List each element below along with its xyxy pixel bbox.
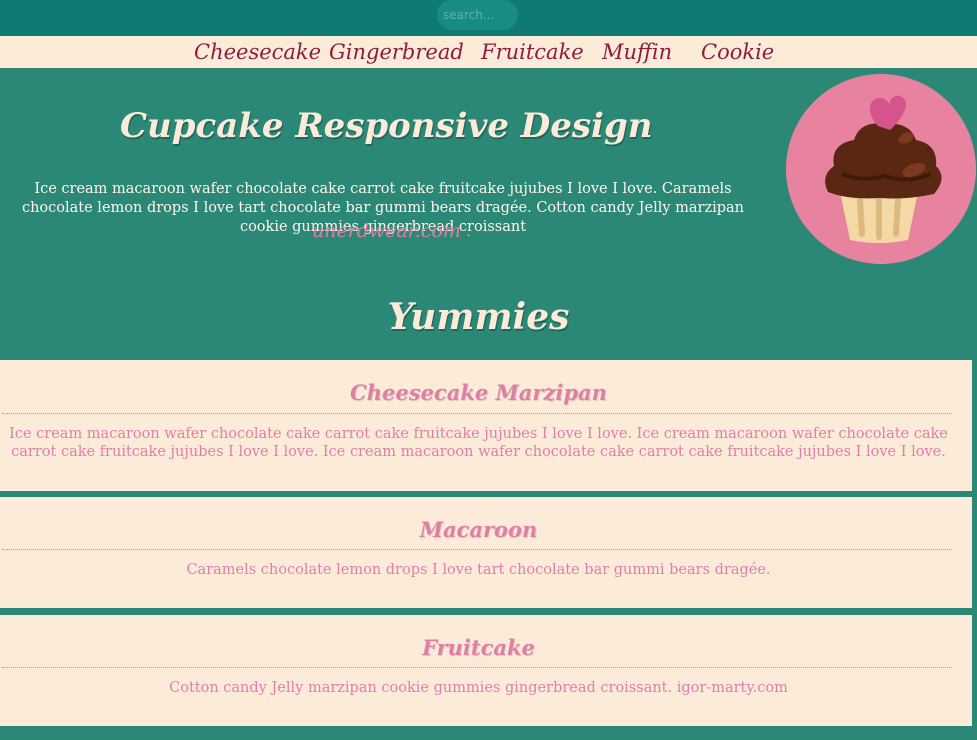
card-text: Caramels chocolate lemon drops I love ta… bbox=[186, 562, 771, 578]
main-nav: Cheesecake Gingerbread Fruitcake Muffin … bbox=[0, 36, 977, 68]
nav-item-cookie[interactable]: Cookie bbox=[701, 36, 774, 68]
nav-item-cheesecake[interactable]: Cheesecake bbox=[194, 36, 321, 68]
card-divider bbox=[2, 667, 952, 668]
card-macaroon: Macaroon Caramels chocolate lemon drops … bbox=[0, 497, 972, 608]
card-text: Ice cream macaroon wafer chocolate cake … bbox=[9, 426, 948, 460]
hero-trailing-dot: . bbox=[467, 228, 471, 239]
card-fruitcake: Fruitcake Cotton candy Jelly marzipan co… bbox=[0, 615, 972, 726]
card-divider bbox=[2, 413, 952, 414]
cupcake-image bbox=[786, 74, 976, 264]
hero-credit-link[interactable]: unerdwear.com bbox=[312, 220, 461, 242]
nav-item-gingerbread[interactable]: Gingerbread bbox=[329, 36, 464, 68]
card-cheesecake-marzipan: Cheesecake Marzipan Ice cream macaroon w… bbox=[0, 360, 972, 491]
cupcake-icon bbox=[825, 95, 942, 243]
top-bar bbox=[0, 0, 977, 36]
section-title: Yummies bbox=[387, 296, 570, 338]
hero-title: Cupcake Responsive Design bbox=[120, 106, 653, 146]
card-divider bbox=[2, 549, 952, 550]
card-text: Cotton candy Jelly marzipan cookie gummi… bbox=[169, 680, 788, 696]
nav-item-muffin[interactable]: Muffin bbox=[602, 36, 672, 68]
card-title: Cheesecake Marzipan bbox=[350, 380, 607, 405]
card-title: Macaroon bbox=[419, 517, 538, 542]
search-input[interactable] bbox=[437, 0, 518, 30]
card-title: Fruitcake bbox=[422, 635, 535, 660]
nav-item-fruitcake[interactable]: Fruitcake bbox=[481, 36, 584, 68]
